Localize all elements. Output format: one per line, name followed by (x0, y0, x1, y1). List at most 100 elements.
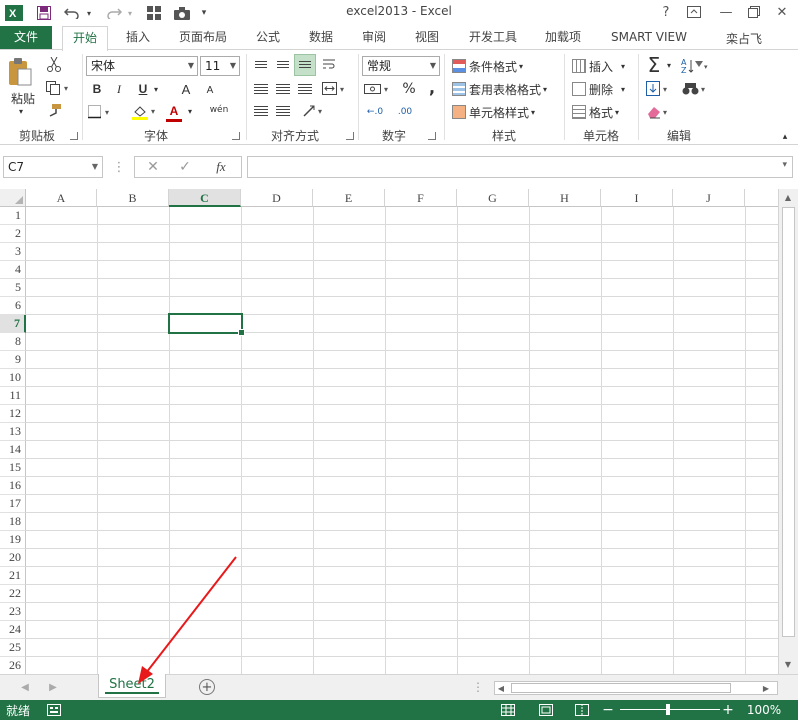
scroll-sheets-left-icon[interactable]: ◀ (18, 679, 32, 695)
conditional-formatting-button[interactable]: 条件格式 ▾ (452, 56, 532, 76)
cell-styles-button[interactable]: 单元格样式 ▾ (452, 102, 544, 122)
tab-data[interactable]: 数据 (300, 26, 342, 50)
clipboard-launcher-icon[interactable] (70, 132, 78, 140)
comma-button[interactable]: , (424, 78, 440, 97)
autosum-dropdown-icon[interactable]: ▾ (664, 56, 674, 74)
more-options-icon[interactable]: ⋮ (113, 158, 126, 176)
formula-input[interactable]: ▾ (247, 156, 793, 178)
tab-home[interactable]: 开始 (62, 26, 108, 51)
percent-button[interactable]: % (400, 80, 418, 98)
row-header[interactable]: 9 (0, 351, 26, 369)
row-header[interactable]: 10 (0, 369, 26, 387)
help-button[interactable]: ? (652, 2, 680, 22)
copy-icon[interactable]: ▾ (44, 79, 74, 97)
row-header[interactable]: 24 (0, 621, 26, 639)
tab-file[interactable]: 文件 (0, 26, 52, 50)
increase-decimal-button[interactable]: ←.0 (362, 102, 388, 122)
zoom-in-button[interactable]: + (722, 702, 734, 718)
align-left-icon[interactable] (252, 80, 270, 98)
align-bottom-icon[interactable] (294, 54, 316, 76)
row-header[interactable]: 21 (0, 567, 26, 585)
number-launcher-icon[interactable] (428, 132, 436, 140)
minimize-button[interactable]: — (712, 2, 740, 22)
page-layout-view-icon[interactable] (538, 703, 554, 717)
zoom-out-button[interactable]: − (602, 702, 614, 718)
align-top-icon[interactable] (252, 56, 270, 74)
zoom-slider-thumb[interactable] (666, 704, 670, 715)
row-header[interactable]: 13 (0, 423, 26, 441)
clear-icon[interactable]: ▾ (644, 102, 674, 122)
row-header[interactable]: 22 (0, 585, 26, 603)
row-header[interactable]: 17 (0, 495, 26, 513)
active-cell-c7[interactable] (168, 313, 245, 336)
accounting-format-icon[interactable]: ▾ (362, 80, 394, 98)
column-header[interactable] (745, 189, 778, 207)
row-header[interactable]: 20 (0, 549, 26, 567)
delete-cells-button[interactable]: 删除 ▾ (572, 79, 632, 99)
autosum-button[interactable]: Σ (644, 53, 664, 77)
cut-icon[interactable] (44, 56, 64, 74)
cell-area[interactable] (26, 207, 778, 674)
enter-icon[interactable]: ✓ (175, 158, 195, 176)
worksheet-grid[interactable]: ABCDEFGHIJ 1 2 3 4 5 6 7 8 9 10 11 12 13 14 15 16 17 18 19… (0, 189, 778, 674)
tab-formulas[interactable]: 公式 (248, 26, 288, 50)
increase-indent-icon[interactable] (274, 102, 292, 120)
font-launcher-icon[interactable] (232, 132, 240, 140)
page-break-view-icon[interactable] (574, 703, 590, 717)
font-color-button[interactable]: A (166, 102, 182, 122)
format-cells-button[interactable]: 格式 ▾ (572, 102, 628, 122)
row-header[interactable]: 25 (0, 639, 26, 657)
tab-review[interactable]: 审阅 (354, 26, 394, 50)
underline-dropdown-icon[interactable]: ▾ (150, 80, 162, 98)
scroll-up-icon[interactable]: ▲ (779, 189, 797, 205)
column-header[interactable]: E (313, 189, 385, 207)
tab-addins[interactable]: 加载项 (538, 26, 588, 50)
align-center-icon[interactable] (274, 80, 292, 98)
restore-icon[interactable] (740, 2, 768, 22)
fill-color-icon[interactable]: ▾ (130, 102, 162, 122)
row-header[interactable]: 15 (0, 459, 26, 477)
paste-button[interactable]: 粘贴 (6, 90, 40, 106)
paste-dropdown-icon[interactable]: ▾ (14, 106, 28, 116)
row-header[interactable]: 16 (0, 477, 26, 495)
column-header[interactable]: A (26, 189, 97, 207)
decrease-decimal-button[interactable]: .00 (392, 102, 418, 122)
close-button[interactable]: ✕ (768, 2, 796, 22)
find-select-icon[interactable]: ▾ (680, 79, 710, 99)
vertical-scroll-thumb[interactable] (782, 207, 795, 637)
orientation-icon[interactable]: ▾ (300, 102, 330, 120)
merge-center-icon[interactable]: ▾ (320, 80, 350, 98)
format-as-table-button[interactable]: 套用表格格式 ▾ (452, 79, 556, 99)
tab-developer[interactable]: 开发工具 (460, 26, 526, 50)
column-header[interactable]: G (457, 189, 529, 207)
row-header[interactable]: 26 (0, 657, 26, 674)
row-header[interactable]: 3 (0, 243, 26, 261)
shrink-font-button[interactable]: A (202, 82, 218, 98)
row-header[interactable]: 1 (0, 207, 26, 225)
horizontal-scroll-thumb[interactable] (511, 683, 731, 693)
column-header[interactable]: F (385, 189, 457, 207)
sort-filter-icon[interactable]: A Z ▾ (680, 56, 710, 76)
format-painter-icon[interactable] (44, 102, 64, 120)
tab-page-layout[interactable]: 页面布局 (170, 26, 236, 50)
font-color-dropdown-icon[interactable]: ▾ (184, 102, 196, 120)
column-header[interactable]: C (169, 189, 241, 207)
row-header[interactable]: 4 (0, 261, 26, 279)
tab-split-handle-icon[interactable]: ⋮ (472, 679, 484, 695)
row-header[interactable]: 19 (0, 531, 26, 549)
zoom-level[interactable]: 100% (742, 702, 786, 718)
macro-recording-icon[interactable] (46, 703, 62, 717)
paste-icon[interactable] (6, 56, 34, 88)
fill-icon[interactable]: ▾ (644, 79, 674, 99)
collapse-ribbon-icon[interactable]: ▴ (778, 132, 792, 142)
scroll-left-icon[interactable]: ◀ (494, 680, 508, 696)
row-header[interactable]: 6 (0, 297, 26, 315)
column-header[interactable]: H (529, 189, 601, 207)
sheet-tab-sheet2[interactable]: Sheet2 (98, 674, 166, 698)
font-name-select[interactable]: 宋体 ▼ (86, 56, 198, 76)
new-sheet-button[interactable]: + (199, 679, 215, 695)
align-middle-icon[interactable] (274, 56, 292, 74)
row-header[interactable]: 2 (0, 225, 26, 243)
wrap-text-icon[interactable] (320, 56, 338, 74)
row-header[interactable]: 14 (0, 441, 26, 459)
